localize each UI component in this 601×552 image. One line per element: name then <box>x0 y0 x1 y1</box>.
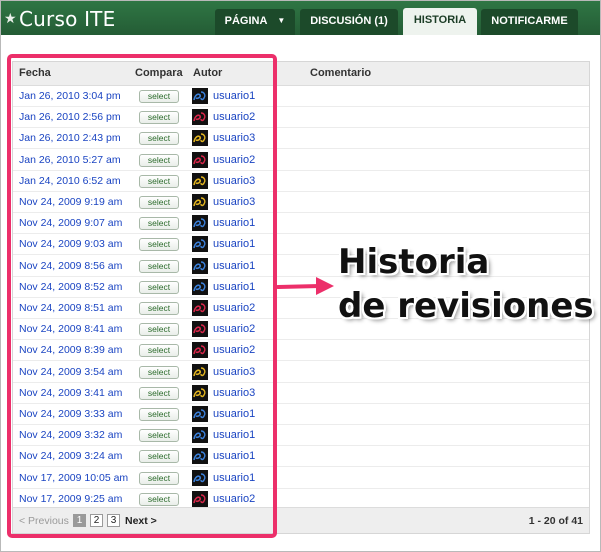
tab-label: DISCUSIÓN (1) <box>310 15 388 27</box>
star-icon[interactable]: ★ <box>4 9 17 27</box>
tab-label: PÁGINA <box>224 15 268 27</box>
tab-discusion[interactable]: DISCUSIÓN (1) <box>300 9 398 35</box>
tab-historia[interactable]: HISTORIA <box>403 8 477 35</box>
annotation-callout: Historia de revisiones <box>338 240 594 328</box>
column-header-comment: Comentario <box>310 67 372 79</box>
tab-pagina[interactable]: PÁGINA ▼ <box>215 9 295 35</box>
site-header: ★ Curso ITE PÁGINA ▼ DISCUSIÓN (1) HISTOR… <box>1 1 600 35</box>
tab-label: HISTORIA <box>413 14 467 26</box>
annotation-line-2: de revisiones <box>338 286 594 326</box>
triangle-down-icon: ▼ <box>277 16 286 25</box>
tab-label: NOTIFICARME <box>491 15 568 27</box>
tab-notificarme[interactable]: NOTIFICARME <box>481 9 578 35</box>
arrow-right-icon <box>276 277 334 295</box>
highlight-box <box>7 54 277 538</box>
annotation-line-1: Historia <box>338 242 490 282</box>
results-range: 1 - 20 of 41 <box>528 515 583 527</box>
site-title[interactable]: Curso ITE <box>19 6 115 32</box>
